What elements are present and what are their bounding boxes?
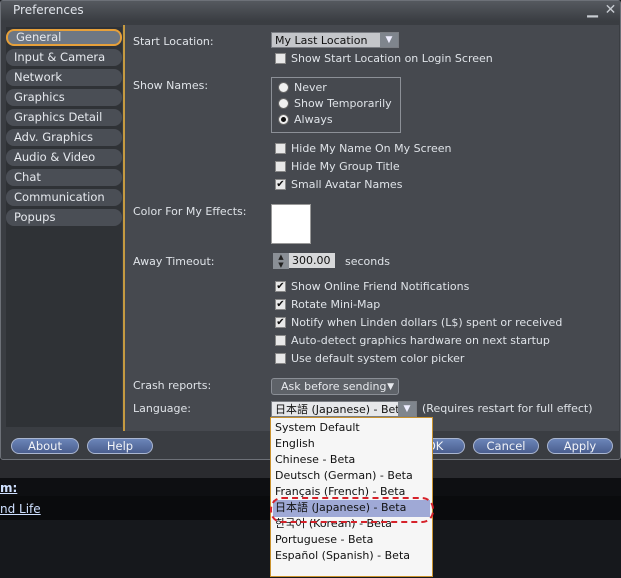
start-location-label: Start Location: xyxy=(133,35,214,48)
about-button[interactable]: About xyxy=(11,438,79,454)
radio-always[interactable] xyxy=(278,114,289,125)
start-location-combo[interactable]: My Last Location ▼ xyxy=(271,32,399,48)
sidebar-item-graphics-detail[interactable]: Graphics Detail xyxy=(6,109,122,126)
hide-my-name-label: Hide My Name On My Screen xyxy=(291,142,452,155)
close-icon[interactable]: ✕ xyxy=(603,3,618,18)
sidebar-item-graphics[interactable]: Graphics xyxy=(6,89,122,106)
sidebar-item-communication[interactable]: Communication xyxy=(6,189,122,206)
notify-linden-dollars-label: Notify when Linden dollars (L$) spent or… xyxy=(291,316,563,329)
chevron-down-icon: ▼ xyxy=(380,33,398,47)
cancel-button[interactable]: Cancel xyxy=(473,438,539,454)
radio-show-temporarily[interactable] xyxy=(278,98,289,109)
hide-my-name-checkbox[interactable] xyxy=(275,143,286,154)
radio-show-temporarily-label: Show Temporarily xyxy=(294,97,392,110)
small-avatar-names-checkbox[interactable]: ✔ xyxy=(275,179,286,190)
language-option[interactable]: System Default xyxy=(275,420,360,436)
rotate-minimap-checkbox[interactable]: ✔ xyxy=(275,299,286,310)
hide-group-title-checkbox[interactable] xyxy=(275,161,286,172)
language-option[interactable]: Chinese - Beta xyxy=(275,452,355,468)
show-start-location-checkbox[interactable] xyxy=(275,53,286,64)
show-names-label: Show Names: xyxy=(133,79,209,92)
chevron-down-icon: ▼ xyxy=(398,402,416,416)
title-bar[interactable]: Preferences ▁ ✕ xyxy=(1,1,620,21)
autodetect-hardware-checkbox[interactable] xyxy=(275,335,286,346)
highlight-annotation-ring xyxy=(270,497,434,523)
help-button[interactable]: Help xyxy=(87,438,153,454)
language-option[interactable]: Español (Spanish) - Beta xyxy=(275,548,410,564)
sidebar-item-input-camera[interactable]: Input & Camera xyxy=(6,49,122,66)
effects-color-swatch[interactable] xyxy=(271,204,311,244)
sidebar-item-audio-video[interactable]: Audio & Video xyxy=(6,149,122,166)
language-option[interactable]: English xyxy=(275,436,315,452)
rotate-minimap-label: Rotate Mini-Map xyxy=(291,298,381,311)
sidebar-item-chat[interactable]: Chat xyxy=(6,169,122,186)
sidebar-item-general[interactable]: General xyxy=(6,29,122,46)
language-option[interactable]: Portuguese - Beta xyxy=(275,532,373,548)
language-combo[interactable]: 日本語 (Japanese) - Bet ▼ xyxy=(271,401,417,417)
apply-button[interactable]: Apply xyxy=(547,438,613,454)
minimize-icon[interactable]: ▁ xyxy=(585,3,600,18)
away-timeout-label: Away Timeout: xyxy=(133,255,215,268)
crash-reports-combo[interactable]: Ask before sending ▼ xyxy=(271,378,399,395)
radio-never[interactable] xyxy=(278,82,289,93)
sidebar-item-adv-graphics[interactable]: Adv. Graphics xyxy=(6,129,122,146)
radio-never-label: Never xyxy=(294,81,327,94)
preferences-dialog: Preferences ▁ ✕ General Input & Camera N… xyxy=(0,0,621,460)
hide-group-title-label: Hide My Group Title xyxy=(291,160,400,173)
background-text: m: xyxy=(0,481,18,495)
away-timeout-input[interactable]: 300.00 xyxy=(289,253,335,268)
language-label: Language: xyxy=(133,402,191,415)
small-avatar-names-label: Small Avatar Names xyxy=(291,178,403,191)
autodetect-hardware-label: Auto-detect graphics hardware on next st… xyxy=(291,334,550,347)
notify-linden-dollars-checkbox[interactable]: ✔ xyxy=(275,317,286,328)
effects-color-label: Color For My Effects: xyxy=(133,205,247,218)
online-friend-notifications-label: Show Online Friend Notifications xyxy=(291,280,470,293)
away-timeout-spinner[interactable]: ▲ ▼ xyxy=(273,253,289,269)
crash-reports-value: Ask before sending xyxy=(281,380,387,393)
sidebar-item-popups[interactable]: Popups xyxy=(6,209,122,226)
start-location-value: My Last Location xyxy=(275,34,368,47)
show-start-location-label: Show Start Location on Login Screen xyxy=(291,52,493,65)
crash-reports-label: Crash reports: xyxy=(133,379,212,392)
window-title: Preferences xyxy=(13,3,84,17)
language-restart-note: (Requires restart for full effect) xyxy=(422,402,593,415)
away-timeout-unit: seconds xyxy=(345,255,390,268)
system-color-picker-checkbox[interactable] xyxy=(275,353,286,364)
sidebar-item-network[interactable]: Network xyxy=(6,69,122,86)
language-option[interactable]: Deutsch (German) - Beta xyxy=(275,468,413,484)
language-value: 日本語 (Japanese) - Bet xyxy=(275,403,400,416)
chevron-down-icon: ▼ xyxy=(387,382,394,392)
system-color-picker-label: Use default system color picker xyxy=(291,352,465,365)
background-link[interactable]: nd Life xyxy=(0,502,41,516)
online-friend-notifications-checkbox[interactable]: ✔ xyxy=(275,281,286,292)
sidebar: General Input & Camera Network Graphics … xyxy=(6,27,122,427)
radio-always-label: Always xyxy=(294,113,333,126)
